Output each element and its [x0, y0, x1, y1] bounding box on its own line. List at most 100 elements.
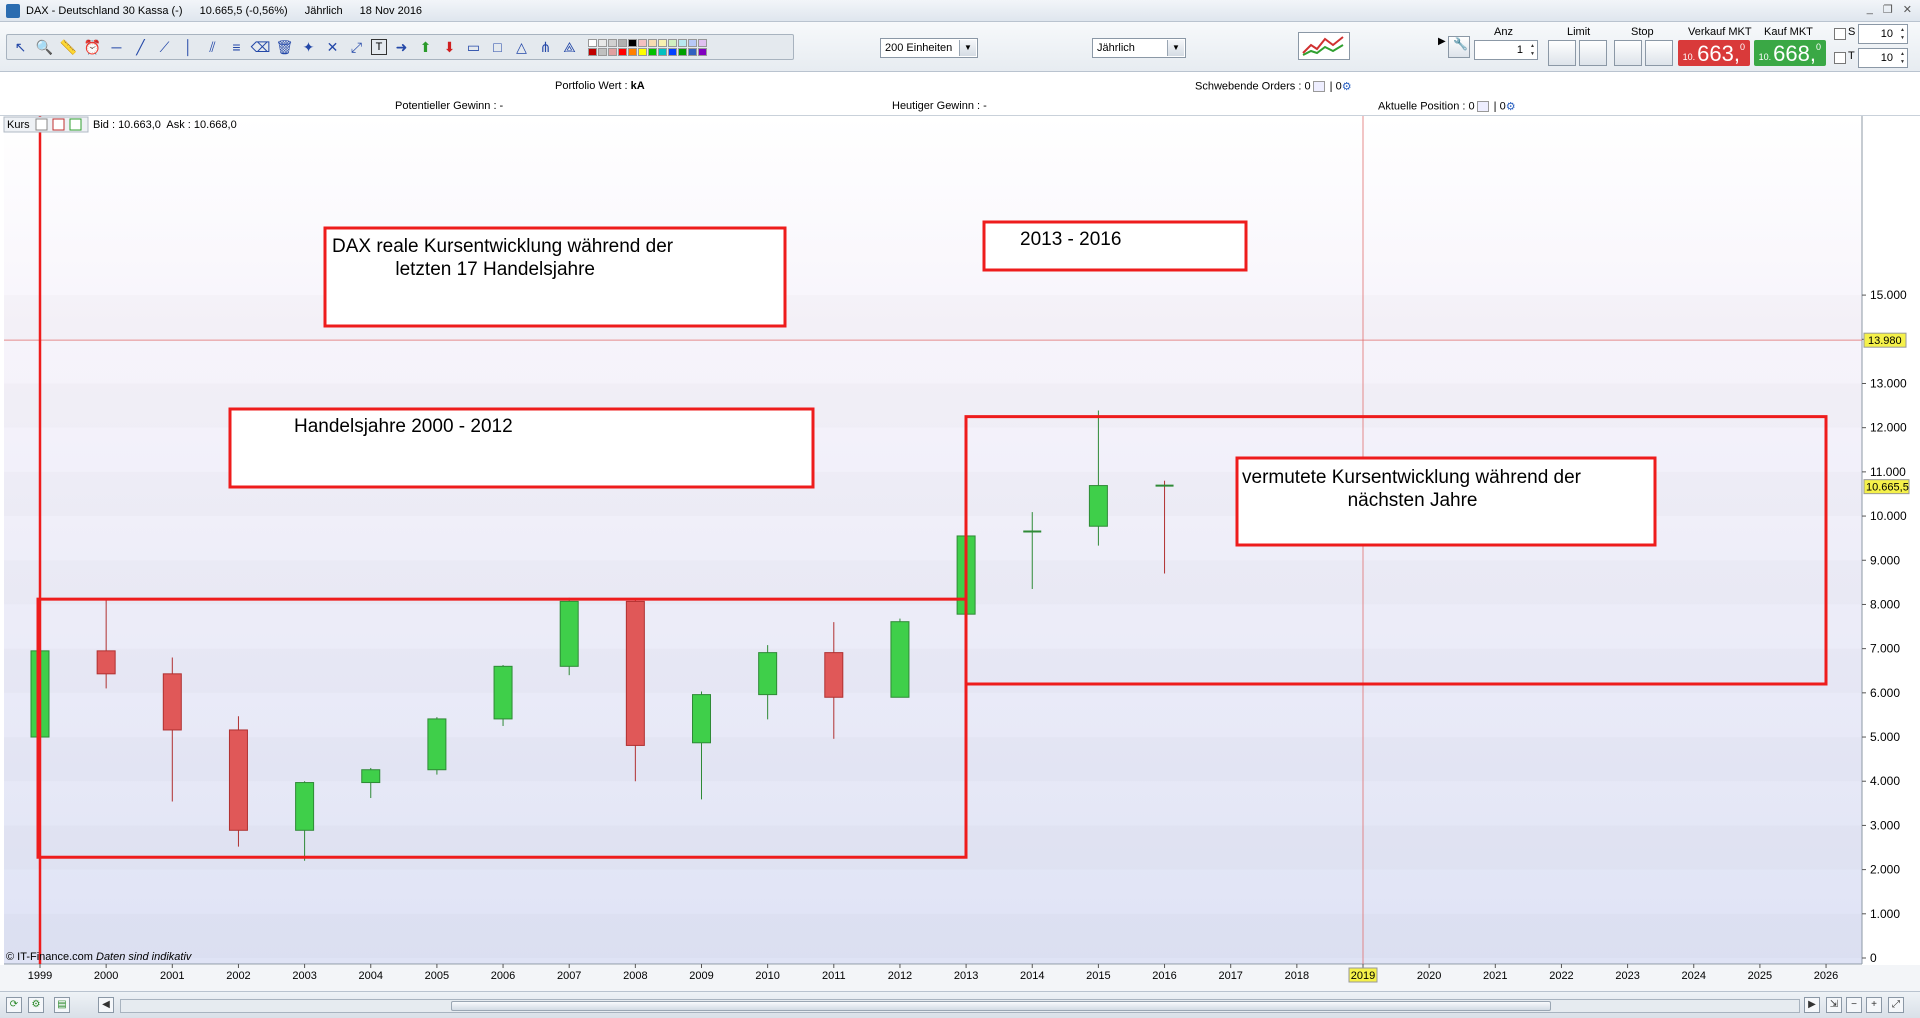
- stop-buy-button[interactable]: [1614, 40, 1642, 66]
- extend-icon[interactable]: ⤢: [347, 37, 366, 57]
- anz-input[interactable]: 1: [1474, 40, 1538, 60]
- candle-body[interactable]: [295, 782, 315, 831]
- candle-body[interactable]: [228, 729, 248, 831]
- candle-body[interactable]: [692, 694, 711, 744]
- interval-select[interactable]: Jährlich ▼: [1092, 38, 1186, 58]
- buy-market-button[interactable]: 10. 668, 0: [1754, 40, 1826, 66]
- channel-icon[interactable]: ⫽: [203, 37, 222, 57]
- position-list-icon[interactable]: [1476, 101, 1489, 112]
- zoom-icon[interactable]: 🔍: [35, 37, 54, 57]
- panel-collapse-icon[interactable]: ▶: [1438, 36, 1446, 47]
- fibonacci-icon[interactable]: ≡: [227, 37, 246, 57]
- color-swatch[interactable]: [688, 38, 697, 47]
- scroll-right-icon[interactable]: ▶: [1804, 997, 1820, 1013]
- magic-icon[interactable]: ✦: [299, 37, 318, 57]
- candle-body[interactable]: [162, 673, 182, 731]
- candle-body[interactable]: [824, 652, 844, 698]
- settings-icon[interactable]: ⚙: [28, 997, 44, 1013]
- pitchfork-icon[interactable]: ⋔: [536, 37, 555, 57]
- orders-list-icon[interactable]: [1312, 81, 1325, 92]
- hline-icon[interactable]: ─: [107, 37, 126, 57]
- sell-market-button[interactable]: 10. 663, 0: [1678, 40, 1750, 66]
- fit-icon[interactable]: ⤢: [1888, 997, 1904, 1013]
- candle-body[interactable]: [559, 600, 579, 667]
- arrow-up-icon[interactable]: ⬆: [416, 37, 435, 57]
- color-swatch[interactable]: [668, 47, 677, 56]
- color-swatch[interactable]: [678, 38, 687, 47]
- triangle-icon[interactable]: △: [512, 37, 531, 57]
- ruler-icon[interactable]: 📏: [59, 37, 78, 57]
- candle-body[interactable]: [890, 621, 910, 698]
- color-swatch[interactable]: [598, 38, 607, 47]
- color-swatch[interactable]: [648, 38, 657, 47]
- color-swatch[interactable]: [588, 47, 597, 56]
- s-input[interactable]: 10: [1858, 24, 1908, 44]
- ray-icon[interactable]: ⟋: [155, 37, 174, 57]
- s-checkbox[interactable]: [1834, 28, 1846, 40]
- color-swatch[interactable]: [628, 38, 637, 47]
- stop-sell-button[interactable]: [1645, 40, 1673, 66]
- legend-buy-icon[interactable]: [69, 118, 82, 131]
- legend-settings-icon[interactable]: [35, 118, 48, 131]
- candle-body[interactable]: [1088, 485, 1108, 527]
- candle-body[interactable]: [427, 718, 447, 771]
- legend-sell-icon[interactable]: [52, 118, 65, 131]
- color-swatch[interactable]: [588, 38, 597, 47]
- candle-body[interactable]: [493, 665, 513, 720]
- candle-body[interactable]: [758, 652, 778, 696]
- rectangle-outline-icon[interactable]: □: [488, 37, 507, 57]
- chevron-down-icon[interactable]: ▼: [959, 40, 976, 56]
- chart-type-button[interactable]: [1298, 32, 1350, 60]
- zoom-in-icon[interactable]: +: [1866, 997, 1882, 1013]
- horizontal-scrollbar[interactable]: [120, 999, 1800, 1013]
- alarm-icon[interactable]: ⏰: [83, 37, 102, 57]
- arrow-down-icon[interactable]: ⬇: [440, 37, 459, 57]
- color-swatch[interactable]: [618, 47, 627, 56]
- trendline-icon[interactable]: ╱: [131, 37, 150, 57]
- rectangle-icon[interactable]: ▭: [464, 37, 483, 57]
- refresh-icon[interactable]: ⟳: [6, 997, 22, 1013]
- gann-icon[interactable]: ⟁: [560, 37, 579, 57]
- chevron-down-icon[interactable]: ▼: [1167, 40, 1184, 56]
- limit-buy-button[interactable]: [1548, 40, 1576, 66]
- color-swatch[interactable]: [698, 47, 707, 56]
- color-swatch[interactable]: [638, 47, 647, 56]
- save-icon[interactable]: ▤: [54, 997, 70, 1013]
- scroll-left-icon[interactable]: ◀: [98, 997, 114, 1013]
- text-icon[interactable]: T: [371, 39, 387, 55]
- gear-icon[interactable]: ⚙: [1506, 100, 1516, 113]
- color-swatch[interactable]: [678, 47, 687, 56]
- t-input[interactable]: 10: [1858, 48, 1908, 68]
- color-swatch[interactable]: [638, 38, 647, 47]
- candle-body[interactable]: [625, 600, 645, 746]
- t-checkbox[interactable]: [1834, 52, 1846, 64]
- minimize-icon[interactable]: _: [1867, 3, 1873, 16]
- close-icon[interactable]: ✕: [1903, 3, 1912, 16]
- delete-icon[interactable]: 🗑: [275, 37, 294, 57]
- color-swatch[interactable]: [648, 47, 657, 56]
- restore-icon[interactable]: ❐: [1883, 3, 1893, 16]
- color-swatch[interactable]: [658, 38, 667, 47]
- cursor-icon[interactable]: ↖: [11, 37, 30, 57]
- color-swatch[interactable]: [688, 47, 697, 56]
- color-swatch[interactable]: [628, 47, 637, 56]
- color-swatch[interactable]: [598, 47, 607, 56]
- eraser-icon[interactable]: ⌫: [251, 37, 271, 57]
- color-swatch[interactable]: [608, 38, 617, 47]
- pin-icon[interactable]: ⇲: [1826, 997, 1842, 1013]
- units-select[interactable]: 200 Einheiten ▼: [880, 38, 978, 58]
- limit-sell-button[interactable]: [1579, 40, 1607, 66]
- candle-body[interactable]: [96, 650, 116, 675]
- scroll-thumb[interactable]: [451, 1001, 1551, 1011]
- cross-icon[interactable]: ✕: [323, 37, 342, 57]
- zoom-out-icon[interactable]: −: [1846, 997, 1862, 1013]
- price-chart[interactable]: 0 1.000 2.000 3.000 4.000 5.000 6.000 7.000 8.00…: [0, 116, 1920, 991]
- color-swatch[interactable]: [668, 38, 677, 47]
- settings-wrench-button[interactable]: 🔧: [1448, 36, 1470, 58]
- color-swatch[interactable]: [658, 47, 667, 56]
- color-swatch[interactable]: [698, 38, 707, 47]
- arrow-right-icon[interactable]: ➜: [392, 37, 411, 57]
- gear-icon[interactable]: ⚙: [1342, 80, 1352, 93]
- color-swatch[interactable]: [608, 47, 617, 56]
- color-swatch[interactable]: [618, 38, 627, 47]
